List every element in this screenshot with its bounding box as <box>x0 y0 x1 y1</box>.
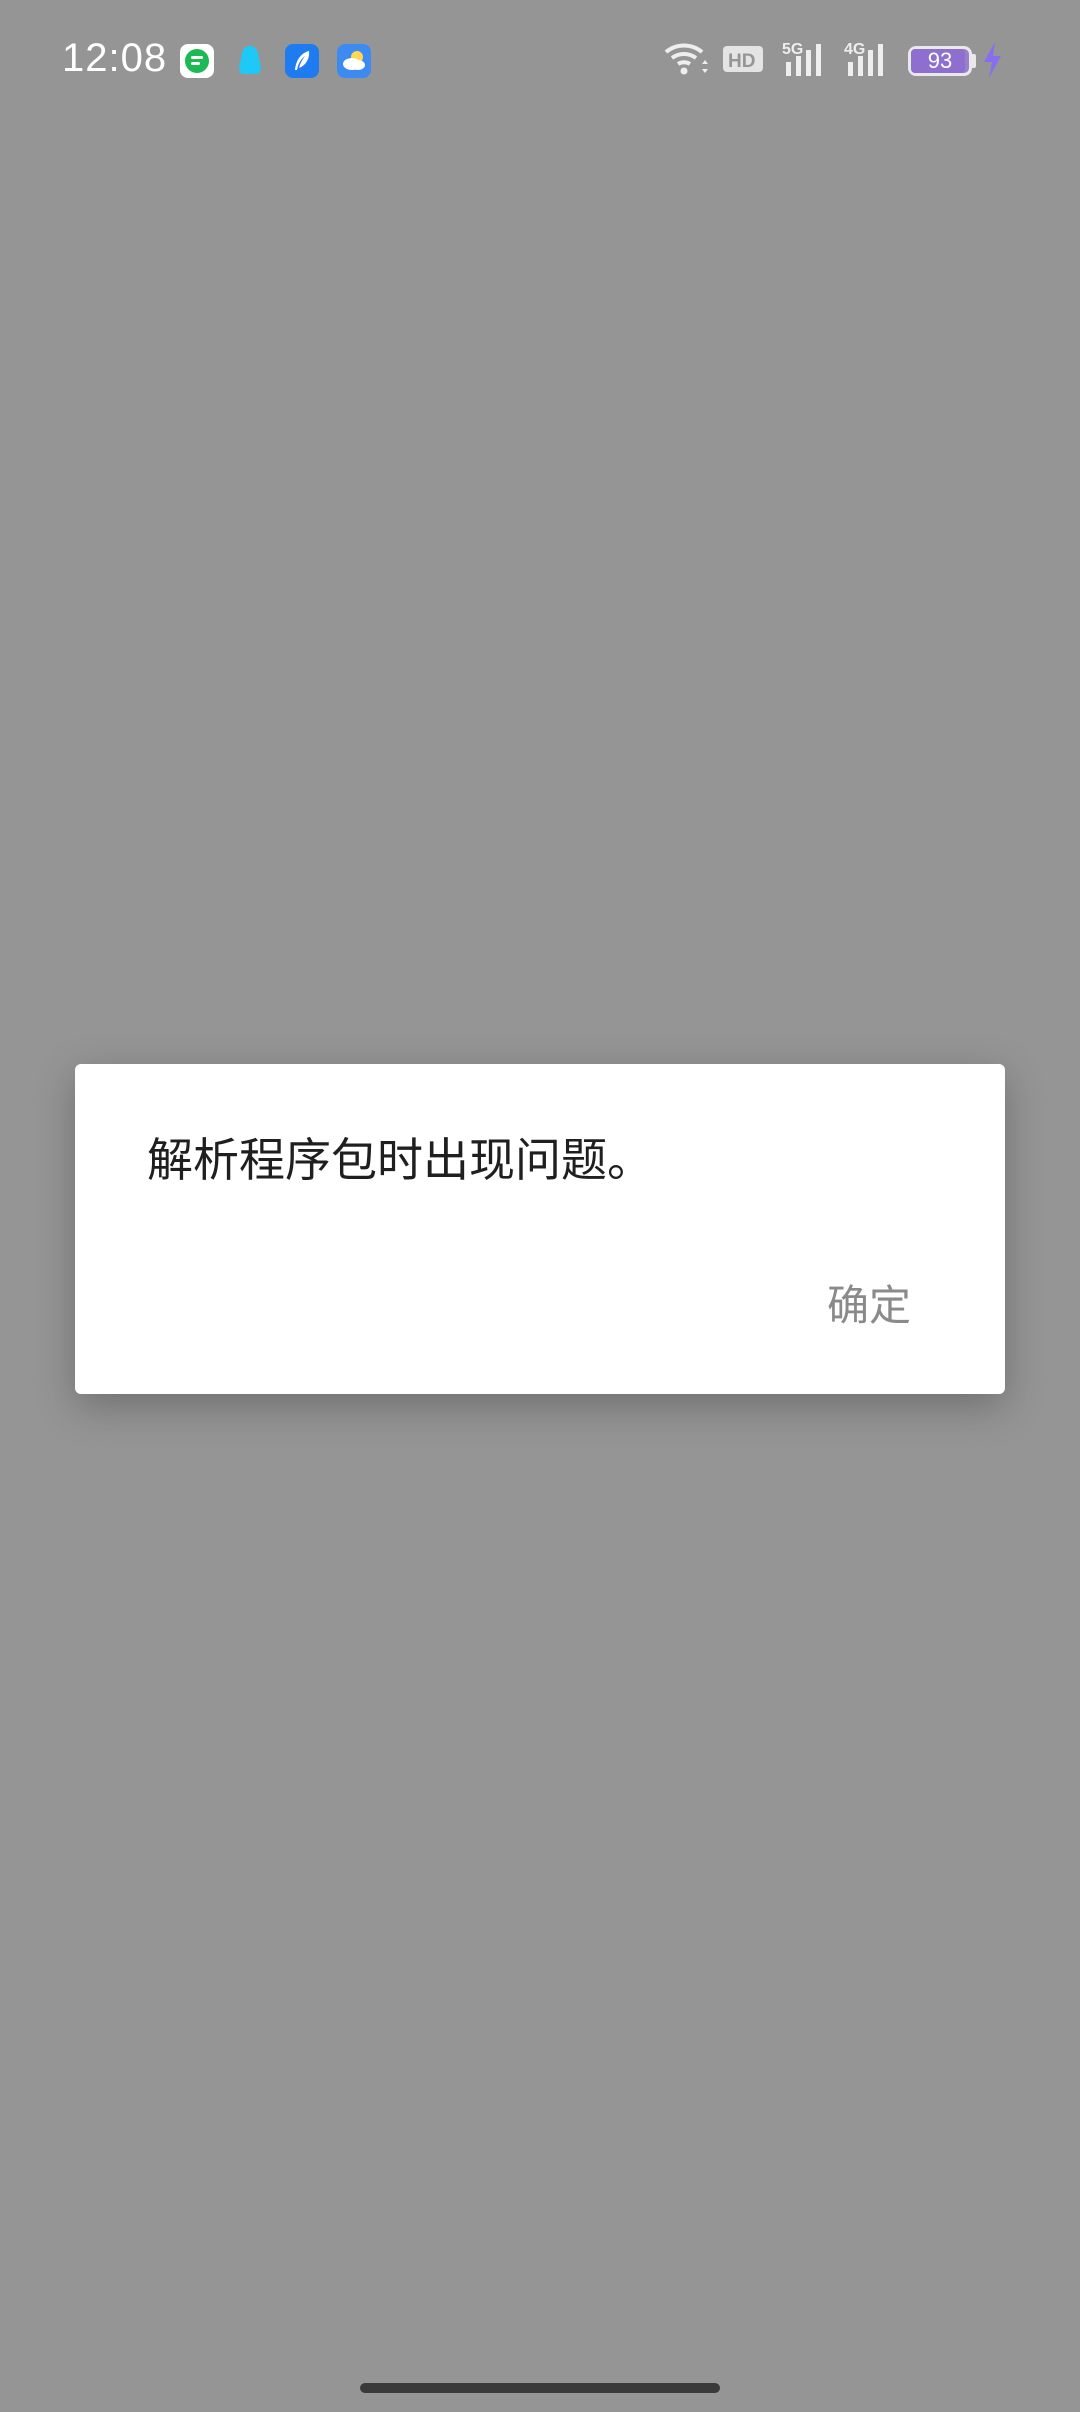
home-gesture-bar[interactable] <box>360 2383 720 2393</box>
battery-percent: 93 <box>927 48 953 73</box>
battery-icon: 93 <box>908 46 972 76</box>
weather-icon <box>337 44 371 78</box>
battery-tip <box>972 54 976 68</box>
parse-error-dialog: 解析程序包时出现问题。 确定 <box>75 1064 1005 1394</box>
qq-penguin-icon <box>233 44 267 78</box>
wifi-icon <box>662 38 710 86</box>
charging-bolt-icon <box>980 38 1004 86</box>
network-4g-label: 4G <box>844 41 865 58</box>
feather-app-icon <box>285 44 319 78</box>
network-5g-label: 5G <box>782 41 803 58</box>
hd-voice-icon: HD <box>722 38 766 86</box>
status-bar: 12:08 HD 5G 4G 93 <box>0 0 1080 124</box>
signal-4g-icon: 4G <box>844 38 894 86</box>
dialog-message: 解析程序包时出现问题。 <box>147 1133 653 1187</box>
hd-label: HD <box>728 51 755 72</box>
chat-app-icon <box>180 44 214 78</box>
signal-5g-icon: 5G <box>782 38 832 86</box>
ok-button[interactable]: 确定 <box>821 1268 917 1337</box>
status-time: 12:08 <box>62 36 168 80</box>
